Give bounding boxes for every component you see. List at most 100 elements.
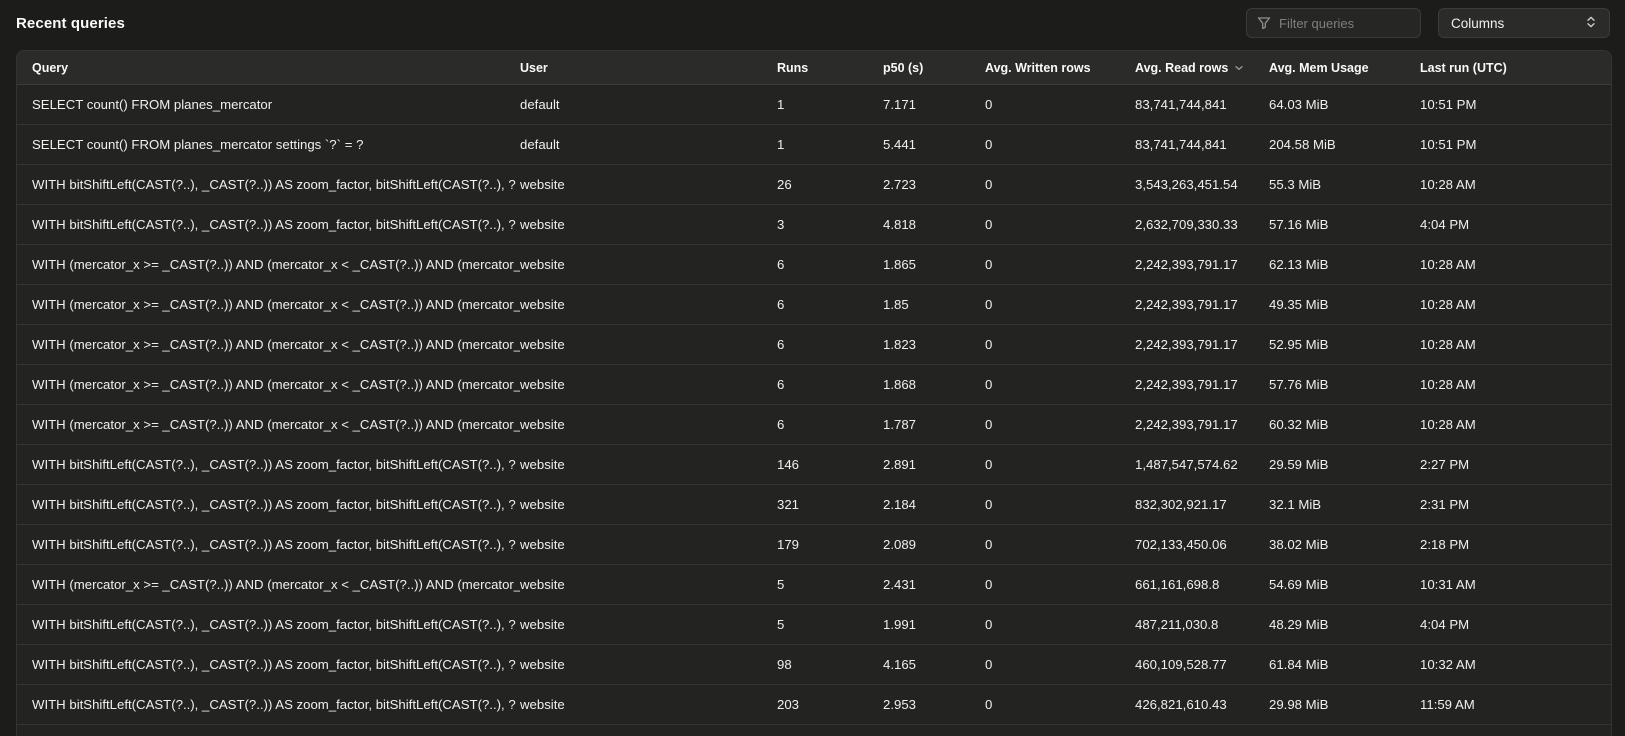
- cell-last_run: 10:28 AM: [1420, 165, 1611, 205]
- table-row[interactable]: WITH bitShiftLeft(CAST(?..), _CAST(?..))…: [17, 525, 1611, 565]
- table-row[interactable]: WITH (mercator_x >= _CAST(?..)) AND (mer…: [17, 285, 1611, 325]
- cell-runs: 3: [777, 205, 883, 245]
- cell-query: WITH (mercator_x >= _CAST(?..)) AND (mer…: [17, 405, 520, 445]
- cell-query: WITH bitShiftLeft(CAST(?..), _CAST(?..))…: [17, 485, 520, 525]
- cell-p50: 1.823: [883, 325, 985, 365]
- cell-last_run: 4:04 PM: [1420, 205, 1611, 245]
- column-header-runs[interactable]: Runs: [777, 51, 883, 85]
- cell-avg_mem: 60.32 MiB: [1269, 405, 1420, 445]
- cell-avg_read: 83,741,744,841: [1135, 85, 1269, 125]
- cell-avg_read: 832,302,921.17: [1135, 485, 1269, 525]
- column-header-label: Query: [32, 61, 68, 75]
- cell-query: WITH bitShiftLeft(CAST(?..), _CAST(?..))…: [17, 165, 520, 205]
- table-row[interactable]: WITH bitShiftLeft(CAST(?..), _CAST(?..))…: [17, 685, 1611, 725]
- cell-last_run: 10:32 AM: [1420, 645, 1611, 685]
- cell-avg_written: 0: [985, 165, 1135, 205]
- cell-query: WITH (mercator_x >= _CAST(?..)) AND (mer…: [17, 245, 520, 285]
- cell-avg_mem: 61.84 MiB: [1269, 645, 1420, 685]
- cell-user: website: [520, 605, 777, 645]
- cell-p50: 2.891: [883, 445, 985, 485]
- cell-query: WITH (mercator_x >= _CAST(?..)) AND (mer…: [17, 565, 520, 605]
- cell-p50: 1.787: [883, 405, 985, 445]
- column-header-query[interactable]: Query: [17, 51, 520, 85]
- cell-avg_mem: 32.1 MiB: [1269, 485, 1420, 525]
- filter-queries-box[interactable]: [1246, 8, 1421, 38]
- column-header-label: User: [520, 61, 548, 75]
- table-row[interactable]: WITH (mercator_x >= _CAST(?..)) AND (mer…: [17, 365, 1611, 405]
- cell-last_run: 10:28 AM: [1420, 325, 1611, 365]
- cell-p50: 1.865: [883, 245, 985, 285]
- table-row-partial[interactable]: [17, 725, 1611, 736]
- cell-avg_mem: 54.69 MiB: [1269, 565, 1420, 605]
- cell-avg_mem: 204.58 MiB: [1269, 125, 1420, 165]
- column-header-p50[interactable]: p50 (s): [883, 51, 985, 85]
- table-row[interactable]: WITH bitShiftLeft(CAST(?..), _CAST(?..))…: [17, 485, 1611, 525]
- cell-last_run: 2:27 PM: [1420, 445, 1611, 485]
- table-row[interactable]: WITH bitShiftLeft(CAST(?..), _CAST(?..))…: [17, 445, 1611, 485]
- cell-p50: 5.441: [883, 125, 985, 165]
- cell-query: WITH bitShiftLeft(CAST(?..), _CAST(?..))…: [17, 205, 520, 245]
- cell-runs: 5: [777, 565, 883, 605]
- table-row[interactable]: WITH bitShiftLeft(CAST(?..), _CAST(?..))…: [17, 605, 1611, 645]
- cell-avg_written: 0: [985, 405, 1135, 445]
- cell-p50: 2.089: [883, 525, 985, 565]
- column-header-user[interactable]: User: [520, 51, 777, 85]
- cell-query: WITH (mercator_x >= _CAST(?..)) AND (mer…: [17, 365, 520, 405]
- cell-runs: 146: [777, 445, 883, 485]
- cell-query: WITH (mercator_x >= _CAST(?..)) AND (mer…: [17, 285, 520, 325]
- table-row[interactable]: WITH bitShiftLeft(CAST(?..), _CAST(?..))…: [17, 205, 1611, 245]
- cell-avg_written: 0: [985, 285, 1135, 325]
- columns-dropdown-label: Columns: [1451, 16, 1504, 31]
- cell-avg_written: 0: [985, 445, 1135, 485]
- cell-last_run: 10:31 AM: [1420, 565, 1611, 605]
- cell-user: website: [520, 565, 777, 605]
- filter-queries-input[interactable]: [1279, 16, 1410, 31]
- cell-user: website: [520, 285, 777, 325]
- column-header-avg_written[interactable]: Avg. Written rows: [985, 51, 1135, 85]
- table-row[interactable]: WITH (mercator_x >= _CAST(?..)) AND (mer…: [17, 245, 1611, 285]
- cell-avg_mem: 49.35 MiB: [1269, 285, 1420, 325]
- table-row[interactable]: WITH (mercator_x >= _CAST(?..)) AND (mer…: [17, 565, 1611, 605]
- cell-p50: 2.723: [883, 165, 985, 205]
- funnel-icon: [1257, 16, 1271, 30]
- table-row[interactable]: WITH bitShiftLeft(CAST(?..), _CAST(?..))…: [17, 645, 1611, 685]
- cell-avg_mem: 52.95 MiB: [1269, 325, 1420, 365]
- cell-user: default: [520, 85, 777, 125]
- cell-user: website: [520, 245, 777, 285]
- table-row[interactable]: WITH (mercator_x >= _CAST(?..)) AND (mer…: [17, 405, 1611, 445]
- cell-last_run: 11:59 AM: [1420, 685, 1611, 725]
- table-row[interactable]: SELECT count() FROM planes_mercatordefau…: [17, 85, 1611, 125]
- cell-runs: 6: [777, 405, 883, 445]
- cell-avg_read: 487,211,030.8: [1135, 605, 1269, 645]
- column-header-avg_mem[interactable]: Avg. Mem Usage: [1269, 51, 1420, 85]
- cell-avg_written: 0: [985, 685, 1135, 725]
- cell-p50: 1.85: [883, 285, 985, 325]
- column-header-last_run[interactable]: Last run (UTC): [1420, 51, 1611, 85]
- cell-runs: 179: [777, 525, 883, 565]
- table-row[interactable]: WITH (mercator_x >= _CAST(?..)) AND (mer…: [17, 325, 1611, 365]
- columns-dropdown[interactable]: Columns: [1438, 8, 1610, 38]
- table-header-row: QueryUserRunsp50 (s)Avg. Written rowsAvg…: [17, 51, 1611, 85]
- cell-user: website: [520, 365, 777, 405]
- table-row[interactable]: SELECT count() FROM planes_mercator sett…: [17, 125, 1611, 165]
- cell-p50: 1.868: [883, 365, 985, 405]
- column-header-label: Avg. Read rows: [1135, 61, 1228, 75]
- cell-user: default: [520, 125, 777, 165]
- table-row[interactable]: WITH bitShiftLeft(CAST(?..), _CAST(?..))…: [17, 165, 1611, 205]
- cell-p50: 4.818: [883, 205, 985, 245]
- cell-user: website: [520, 685, 777, 725]
- recent-queries-table: QueryUserRunsp50 (s)Avg. Written rowsAvg…: [16, 50, 1612, 736]
- cell-avg_read: 2,242,393,791.17: [1135, 325, 1269, 365]
- cell-avg_written: 0: [985, 525, 1135, 565]
- cell-avg_read: 426,821,610.43: [1135, 685, 1269, 725]
- column-header-avg_read[interactable]: Avg. Read rows: [1135, 51, 1269, 85]
- cell-avg_read: 2,242,393,791.17: [1135, 245, 1269, 285]
- cell-runs: 6: [777, 245, 883, 285]
- cell-avg_read: 702,133,450.06: [1135, 525, 1269, 565]
- cell-avg_mem: 38.02 MiB: [1269, 525, 1420, 565]
- cell-last_run: 4:04 PM: [1420, 605, 1611, 645]
- cell-runs: 1: [777, 125, 883, 165]
- cell-last_run: 10:28 AM: [1420, 245, 1611, 285]
- cell-runs: 98: [777, 645, 883, 685]
- cell-last_run: 2:31 PM: [1420, 485, 1611, 525]
